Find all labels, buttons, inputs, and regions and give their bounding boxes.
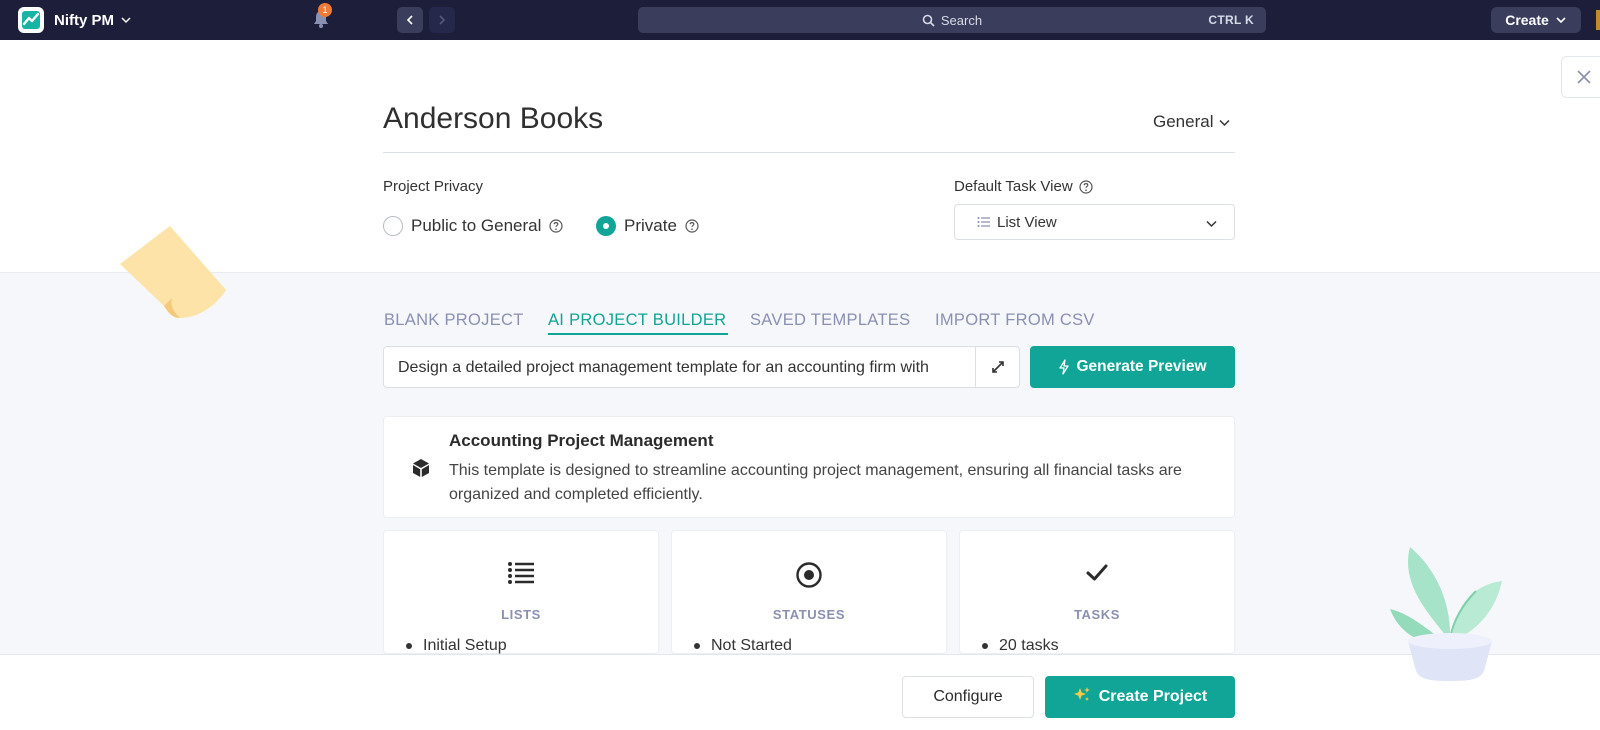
configure-button[interactable]: Configure	[902, 676, 1034, 718]
active-tab-indicator	[548, 333, 728, 335]
help-icon[interactable]	[1079, 179, 1093, 194]
back-button[interactable]	[397, 7, 423, 33]
template-title: Accounting Project Management	[449, 431, 714, 450]
create-project-button[interactable]: Create Project	[1045, 676, 1235, 718]
cube-icon	[410, 457, 432, 484]
expand-icon	[991, 361, 1004, 373]
modal-footer	[0, 654, 1600, 730]
tab-blank-project[interactable]: BLANK PROJECT	[384, 311, 524, 330]
privacy-option-public[interactable]: Public to General	[383, 216, 564, 236]
task-view-dropdown[interactable]: List View	[954, 204, 1235, 240]
tasks-card: TASKS 20 tasks	[959, 530, 1235, 654]
privacy-label: Project Privacy	[383, 178, 484, 195]
divider	[383, 152, 1235, 153]
plant-illustration	[1390, 545, 1510, 690]
workspace-name: Nifty PM	[54, 11, 114, 29]
statuses-title: STATUSES	[772, 607, 846, 622]
lists-title: LISTS	[501, 607, 541, 622]
search-bar[interactable]: Search CTRL K	[638, 7, 1266, 33]
chevron-down-icon	[1206, 220, 1217, 228]
ai-prompt-text[interactable]: Design a detailed project management tem…	[398, 359, 964, 377]
template-summary-card: Accounting Project Management This templ…	[383, 416, 1235, 518]
help-icon[interactable]	[549, 219, 564, 233]
list-view-icon	[977, 216, 991, 228]
sparkles-icon	[1073, 686, 1091, 709]
privacy-option-private[interactable]: Private	[596, 216, 699, 236]
search-label: Search	[940, 12, 983, 28]
lists-card: LISTS Initial Setup	[383, 530, 659, 654]
task-view-value: List View	[997, 213, 1057, 231]
create-project-label: Create Project	[1098, 688, 1208, 705]
list-icon	[384, 561, 658, 585]
tab-saved-templates[interactable]: SAVED TEMPLATES	[750, 311, 910, 330]
search-shortcut: CTRL K	[1208, 13, 1254, 27]
chevron-right-icon	[439, 15, 446, 25]
status-icon	[672, 561, 946, 589]
task-view-label-text: Default Task View	[954, 178, 1073, 195]
ai-prompt-input[interactable]: Design a detailed project management tem…	[383, 346, 1020, 388]
sticky-note-illustration	[112, 226, 230, 331]
lightning-icon	[1059, 359, 1070, 375]
expand-prompt-button[interactable]	[975, 347, 1019, 387]
chevron-down-icon	[1219, 119, 1231, 126]
tasks-title: TASKS	[1073, 607, 1121, 622]
team-value: General	[1153, 112, 1214, 131]
generate-preview-label: Generate Preview	[1076, 358, 1207, 375]
close-icon	[1576, 70, 1591, 84]
workspace-switcher[interactable]: Nifty PM	[18, 6, 132, 34]
team-dropdown[interactable]: General	[1153, 112, 1231, 132]
search-icon	[922, 14, 935, 27]
check-icon	[960, 561, 1234, 585]
create-menu-label: Create	[1505, 12, 1549, 28]
edge-marker	[1596, 10, 1600, 30]
close-button[interactable]	[1561, 56, 1600, 98]
top-bar: Nifty PM 1 Search CTRL K Create	[0, 0, 1600, 40]
create-menu-button[interactable]: Create	[1491, 7, 1581, 33]
forward-button[interactable]	[429, 7, 455, 33]
radio-button-selected[interactable]	[596, 216, 616, 236]
chevron-down-icon	[1556, 17, 1566, 24]
tab-import-from-csv[interactable]: IMPORT FROM CSV	[935, 311, 1095, 330]
privacy-option-label: Public to General	[411, 216, 542, 235]
list-item: Not Started	[694, 637, 792, 655]
generate-preview-button[interactable]: Generate Preview	[1030, 346, 1235, 388]
help-icon[interactable]	[685, 219, 699, 233]
list-item: Initial Setup	[406, 637, 507, 655]
notification-badge: 1	[318, 3, 332, 17]
radio-button[interactable]	[383, 216, 403, 236]
chevron-down-icon	[120, 14, 132, 26]
template-description: This template is designed to streamline …	[449, 462, 1182, 503]
chevron-left-icon	[406, 15, 413, 25]
project-name-input[interactable]: Anderson Books	[383, 102, 603, 136]
list-item: 20 tasks	[982, 637, 1059, 655]
task-view-label: Default Task View	[954, 178, 1093, 195]
statuses-card: STATUSES Not Started	[671, 530, 947, 654]
nifty-logo-icon	[18, 7, 44, 33]
tab-ai-project-builder[interactable]: AI PROJECT BUILDER	[548, 311, 726, 330]
privacy-option-label: Private	[624, 216, 677, 235]
